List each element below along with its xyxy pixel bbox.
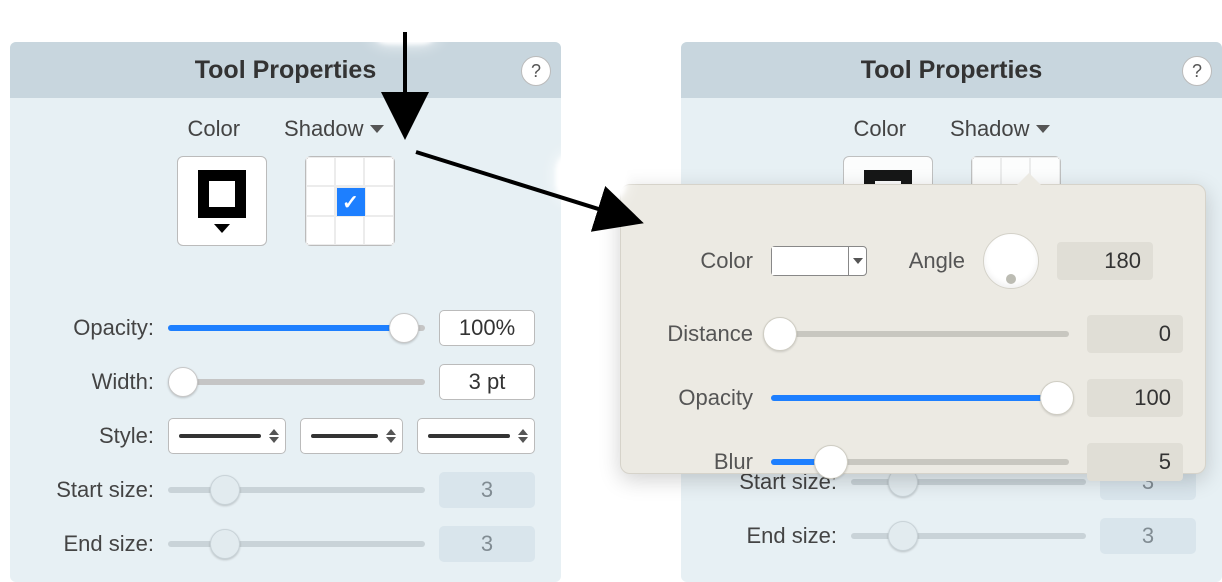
panel-title: Tool Properties — [195, 56, 377, 85]
swatch-row: ✓ — [10, 156, 561, 246]
opacity-label: Opacity — [643, 385, 753, 411]
tab-color[interactable]: Color — [187, 116, 240, 142]
row-width: Width: 3 pt — [10, 364, 561, 400]
opacity-slider[interactable] — [168, 315, 425, 341]
style-label: Style: — [36, 423, 154, 449]
style-end-select[interactable] — [417, 418, 535, 454]
help-button[interactable]: ? — [521, 56, 551, 86]
shadow-position-grid[interactable]: ✓ — [305, 156, 395, 246]
panel-header: Tool Properties ? — [681, 42, 1222, 98]
width-slider[interactable] — [168, 369, 425, 395]
angle-dial[interactable] — [983, 233, 1039, 289]
angle-label: Angle — [885, 248, 965, 274]
panel-title: Tool Properties — [861, 56, 1043, 85]
distance-label: Distance — [643, 321, 753, 347]
dial-indicator-icon — [1006, 274, 1016, 284]
distance-readout[interactable]: 0 — [1087, 315, 1183, 353]
stepper-icon — [518, 429, 528, 443]
properties-panel-left: Tool Properties ? Color Shadow ✓ Opacity… — [10, 42, 561, 582]
end-size-label: End size: — [707, 523, 837, 549]
chevron-down-icon — [214, 224, 230, 233]
chevron-down-icon — [1036, 125, 1050, 133]
blur-label: Blur — [643, 449, 753, 475]
end-size-slider[interactable] — [851, 523, 1086, 549]
popover-tip-icon — [1017, 173, 1041, 185]
tab-color[interactable]: Color — [853, 116, 906, 142]
blur-readout[interactable]: 5 — [1087, 443, 1183, 481]
tab-shadow-label: Shadow — [284, 116, 364, 142]
popover-row-distance: Distance 0 — [643, 315, 1183, 353]
shadow-color-swatch[interactable] — [771, 246, 867, 276]
help-icon: ? — [531, 61, 541, 82]
help-button[interactable]: ? — [1182, 56, 1212, 86]
popover-row-color-angle: Color Angle 180 — [643, 233, 1183, 289]
popover-row-blur: Blur 5 — [643, 443, 1183, 481]
opacity-readout[interactable]: 100 — [1087, 379, 1183, 417]
row-end-size: End size: 3 — [10, 526, 561, 562]
opacity-slider[interactable] — [771, 383, 1069, 413]
callout-highlight-icon — [370, 0, 440, 44]
tab-shadow-label: Shadow — [950, 116, 1030, 142]
style-line-select[interactable] — [300, 418, 403, 454]
start-size-label: Start size: — [36, 477, 154, 503]
angle-readout[interactable]: 180 — [1057, 242, 1153, 280]
popover-row-opacity: Opacity 100 — [643, 379, 1183, 417]
width-readout[interactable]: 3 pt — [439, 364, 535, 400]
stepper-icon — [269, 429, 279, 443]
color-picker-button[interactable] — [177, 156, 267, 246]
row-end-size: End size: 3 — [681, 518, 1222, 554]
callout-highlight-icon — [556, 152, 626, 202]
start-size-slider[interactable] — [168, 477, 425, 503]
end-size-label: End size: — [36, 531, 154, 557]
panel-header: Tool Properties ? — [10, 42, 561, 98]
end-size-readout: 3 — [439, 526, 535, 562]
color-swatch-icon — [198, 170, 246, 218]
chevron-down-icon — [848, 247, 866, 275]
help-icon: ? — [1192, 61, 1202, 82]
distance-slider[interactable] — [771, 319, 1069, 349]
color-label: Color — [643, 248, 753, 274]
stepper-icon — [386, 429, 396, 443]
tab-shadow[interactable]: Shadow — [284, 116, 384, 142]
end-size-slider[interactable] — [168, 531, 425, 557]
row-opacity: Opacity: 100% — [10, 310, 561, 346]
style-start-select[interactable] — [168, 418, 286, 454]
chevron-down-icon — [370, 125, 384, 133]
row-start-size: Start size: 3 — [10, 472, 561, 508]
tab-labels: Color Shadow — [681, 116, 1222, 142]
tab-shadow[interactable]: Shadow — [950, 116, 1050, 142]
tab-labels: Color Shadow — [10, 116, 561, 142]
opacity-readout[interactable]: 100% — [439, 310, 535, 346]
check-icon: ✓ — [336, 187, 366, 217]
blur-slider[interactable] — [771, 447, 1069, 477]
row-style: Style: — [10, 418, 561, 454]
start-size-readout: 3 — [439, 472, 535, 508]
opacity-label: Opacity: — [36, 315, 154, 341]
shadow-popover: Color Angle 180 Distance 0 Opacity 100 B… — [620, 184, 1206, 474]
end-size-readout: 3 — [1100, 518, 1196, 554]
width-label: Width: — [36, 369, 154, 395]
